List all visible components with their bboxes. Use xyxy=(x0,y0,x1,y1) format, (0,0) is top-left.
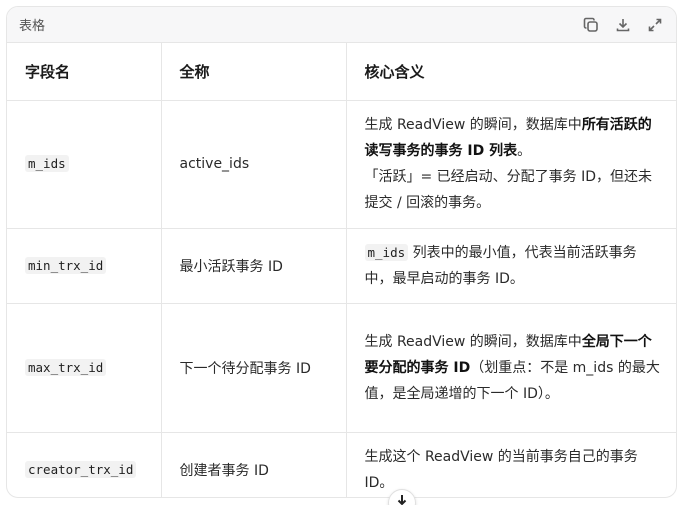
field-code: m_ids xyxy=(25,155,69,172)
meaning-cell: m_ids 列表中的最小值，代表当前活跃事务中，最早启动的事务 ID。 xyxy=(346,228,676,304)
header-full-name: 全称 xyxy=(161,43,347,101)
field-code: min_trx_id xyxy=(25,256,107,274)
meaning-note: 「活跃」= 已经启动、分配了事务 ID，但还未提交 / 回滚的事务。 xyxy=(364,169,653,211)
table-row: min_trx_id 最小活跃事务 ID m_ids 列表中的最小值，代表当前活… xyxy=(7,228,676,304)
download-icon[interactable] xyxy=(614,16,632,34)
table-header-row: 字段名 全称 核心含义 xyxy=(7,43,676,101)
meaning-cell: 生成 ReadView 的瞬间，数据库中全局下一个要分配的事务 ID（划重点：不… xyxy=(346,303,676,433)
table-card: 表格 字段名 全称 核心含义 m_ids active_ids 生成 ReadV… xyxy=(6,6,677,498)
fields-table: 字段名 全称 核心含义 m_ids active_ids 生成 ReadView… xyxy=(7,43,676,497)
meaning-code: m_ids xyxy=(364,243,409,261)
full-name-cell: active_ids xyxy=(161,100,347,229)
field-code: max_trx_id xyxy=(25,358,107,376)
meaning-text: 。 xyxy=(517,143,532,159)
meaning-cell: 生成这个 ReadView 的当前事务自己的事务 ID。 xyxy=(346,432,676,497)
table-row: m_ids active_ids 生成 ReadView 的瞬间，数据库中所有活… xyxy=(7,100,676,229)
toolbar-actions xyxy=(582,16,664,34)
table-row: max_trx_id 下一个待分配事务 ID 生成 ReadView 的瞬间，数… xyxy=(7,303,676,433)
expand-icon[interactable] xyxy=(646,16,664,34)
table-row: creator_trx_id 创建者事务 ID 生成这个 ReadView 的当… xyxy=(7,432,676,497)
meaning-cell: 生成 ReadView 的瞬间，数据库中所有活跃的读写事务的事务 ID 列表。 … xyxy=(346,100,676,229)
field-code: creator_trx_id xyxy=(25,460,137,478)
header-meaning: 核心含义 xyxy=(346,43,676,101)
toolbar-title: 表格 xyxy=(19,19,46,34)
arrow-down-icon xyxy=(397,495,407,505)
header-field-name: 字段名 xyxy=(7,43,162,101)
full-name-cell: 最小活跃事务 ID xyxy=(161,228,347,304)
meaning-text: 生成 ReadView 的瞬间，数据库中 xyxy=(364,117,582,133)
meaning-text: 生成这个 ReadView 的当前事务自己的事务 ID。 xyxy=(364,448,638,491)
copy-icon[interactable] xyxy=(582,16,600,34)
table-toolbar: 表格 xyxy=(7,7,676,43)
meaning-text: 生成 ReadView 的瞬间，数据库中 xyxy=(364,333,582,350)
full-name-cell: 创建者事务 ID xyxy=(161,432,347,497)
full-name-cell: 下一个待分配事务 ID xyxy=(161,303,347,433)
